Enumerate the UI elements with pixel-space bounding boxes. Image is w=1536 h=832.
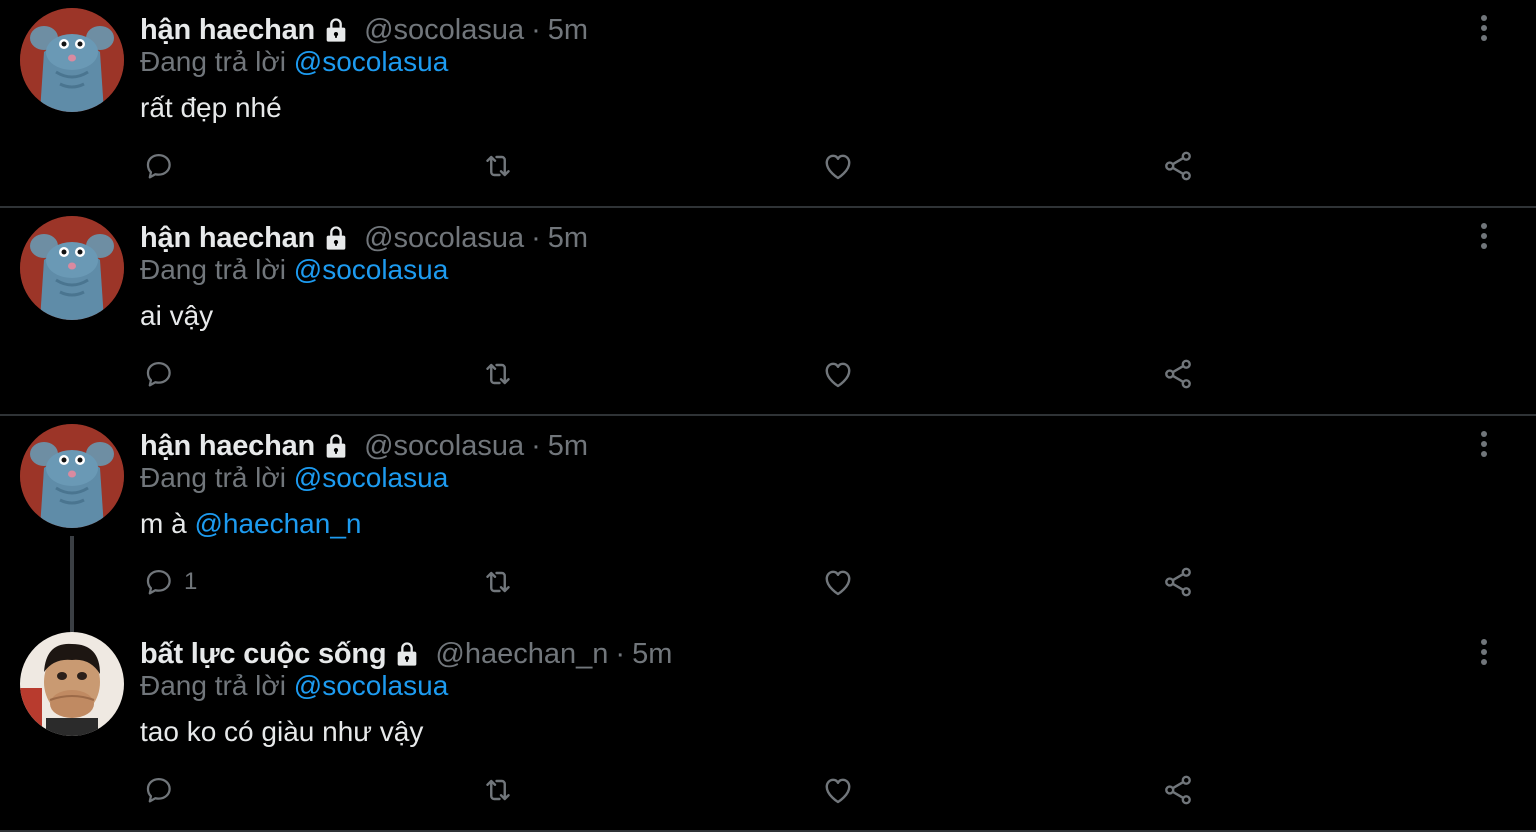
separator-dot: ·: [531, 221, 541, 254]
lock-icon: [393, 640, 421, 668]
reply-button[interactable]: [142, 770, 184, 810]
timestamp[interactable]: 5m: [548, 222, 588, 255]
lock-icon: [322, 224, 350, 252]
display-name[interactable]: hận haechan: [140, 14, 315, 47]
share-icon: [1160, 772, 1196, 808]
timeline: hận haechan @socolasua · 5m Đang trả lời…: [0, 0, 1536, 832]
reply-icon: [142, 357, 176, 391]
tweet-text: tao ko có giàu như vậy: [140, 716, 423, 748]
replying-to-link[interactable]: @socolasua: [294, 254, 449, 285]
replying-to: Đang trả lời @socolasua: [140, 462, 448, 494]
more-icon[interactable]: [1470, 430, 1498, 458]
tweet-body: rất đẹp nhé: [140, 92, 282, 123]
blue-mouse-avatar[interactable]: [20, 424, 124, 528]
retweet-button[interactable]: [480, 146, 516, 186]
user-handle[interactable]: @haechan_n: [435, 638, 608, 671]
lock-icon: [322, 432, 350, 460]
share-button[interactable]: [1160, 770, 1196, 810]
share-button[interactable]: [1160, 562, 1196, 602]
like-icon: [820, 772, 856, 808]
replying-prefix: Đang trả lời: [140, 462, 286, 493]
share-button[interactable]: [1160, 354, 1196, 394]
tweet[interactable]: hận haechan @socolasua · 5m Đang trả lời…: [0, 416, 1536, 634]
tweet-header: bất lực cuộc sống @haechan_n · 5m: [140, 636, 672, 672]
tweet-header: hận haechan @socolasua · 5m: [140, 220, 588, 256]
retweet-button[interactable]: [480, 562, 516, 602]
display-name[interactable]: hận haechan: [140, 430, 315, 463]
tweet[interactable]: hận haechan @socolasua · 5m Đang trả lời…: [0, 208, 1536, 416]
replying-to: Đang trả lời @socolasua: [140, 670, 448, 702]
share-icon: [1160, 356, 1196, 392]
timestamp[interactable]: 5m: [548, 430, 588, 463]
replying-to-link[interactable]: @socolasua: [294, 46, 449, 77]
like-icon: [820, 356, 856, 392]
tweet[interactable]: hận haechan @socolasua · 5m Đang trả lời…: [0, 0, 1536, 208]
person-photo-avatar[interactable]: [20, 632, 124, 736]
share-icon: [1160, 564, 1196, 600]
separator-dot: ·: [531, 13, 541, 46]
retweet-icon: [480, 356, 516, 392]
more-icon[interactable]: [1470, 638, 1498, 666]
retweet-icon: [480, 772, 516, 808]
more-icon[interactable]: [1470, 222, 1498, 250]
separator-dot: ·: [531, 429, 541, 462]
mention-link[interactable]: @haechan_n: [194, 508, 361, 539]
like-button[interactable]: [820, 146, 856, 186]
separator-dot: ·: [615, 637, 626, 670]
like-button[interactable]: [820, 354, 856, 394]
retweet-icon: [480, 148, 516, 184]
action-bar: [140, 146, 1240, 186]
replying-to: Đang trả lời @socolasua: [140, 46, 448, 78]
replying-prefix: Đang trả lời: [140, 670, 286, 701]
tweet-text: m à @haechan_n: [140, 508, 361, 540]
share-button[interactable]: [1160, 146, 1196, 186]
tweet-text: ai vậy: [140, 300, 213, 332]
replying-to: Đang trả lời @socolasua: [140, 254, 448, 286]
tweet-body: ai vậy: [140, 300, 214, 331]
lock-icon: [322, 16, 350, 44]
timestamp[interactable]: 5m: [632, 638, 672, 671]
display-name[interactable]: bất lực cuộc sống: [140, 638, 387, 671]
tweet-body: m à: [140, 508, 195, 539]
like-icon: [820, 564, 856, 600]
reply-button[interactable]: [142, 354, 184, 394]
tweet-body: tao ko có giàu như vậy: [140, 716, 424, 747]
action-bar: [140, 354, 1240, 394]
tweet-text: rất đẹp nhé: [140, 92, 282, 124]
reply-icon: [142, 565, 176, 599]
display-name[interactable]: hận haechan: [140, 222, 315, 255]
replying-to-link[interactable]: @socolasua: [294, 462, 449, 493]
replying-prefix: Đang trả lời: [140, 46, 286, 77]
like-button[interactable]: [820, 562, 856, 602]
retweet-button[interactable]: [480, 354, 516, 394]
tweet-header: hận haechan @socolasua · 5m: [140, 12, 588, 48]
reply-count: 1: [184, 568, 198, 595]
blue-mouse-avatar[interactable]: [20, 8, 124, 112]
user-handle[interactable]: @socolasua: [364, 430, 524, 463]
action-bar: 1: [140, 562, 1240, 602]
reply-button[interactable]: [142, 146, 184, 186]
replying-to-link[interactable]: @socolasua: [294, 670, 449, 701]
share-icon: [1160, 148, 1196, 184]
retweet-button[interactable]: [480, 770, 516, 810]
more-icon[interactable]: [1470, 14, 1498, 42]
retweet-icon: [480, 564, 516, 600]
reply-icon: [142, 149, 176, 183]
reply-icon: [142, 773, 176, 807]
tweet[interactable]: bất lực cuộc sống @haechan_n · 5m Đang t…: [0, 624, 1536, 832]
action-bar: [140, 770, 1240, 810]
user-handle[interactable]: @socolasua: [364, 222, 524, 255]
replying-prefix: Đang trả lời: [140, 254, 286, 285]
blue-mouse-avatar[interactable]: [20, 216, 124, 320]
like-button[interactable]: [820, 770, 856, 810]
timestamp[interactable]: 5m: [548, 14, 588, 47]
tweet-header: hận haechan @socolasua · 5m: [140, 428, 588, 464]
thread-line: [70, 536, 74, 634]
like-icon: [820, 148, 856, 184]
user-handle[interactable]: @socolasua: [364, 14, 524, 47]
reply-button[interactable]: 1: [142, 562, 197, 602]
